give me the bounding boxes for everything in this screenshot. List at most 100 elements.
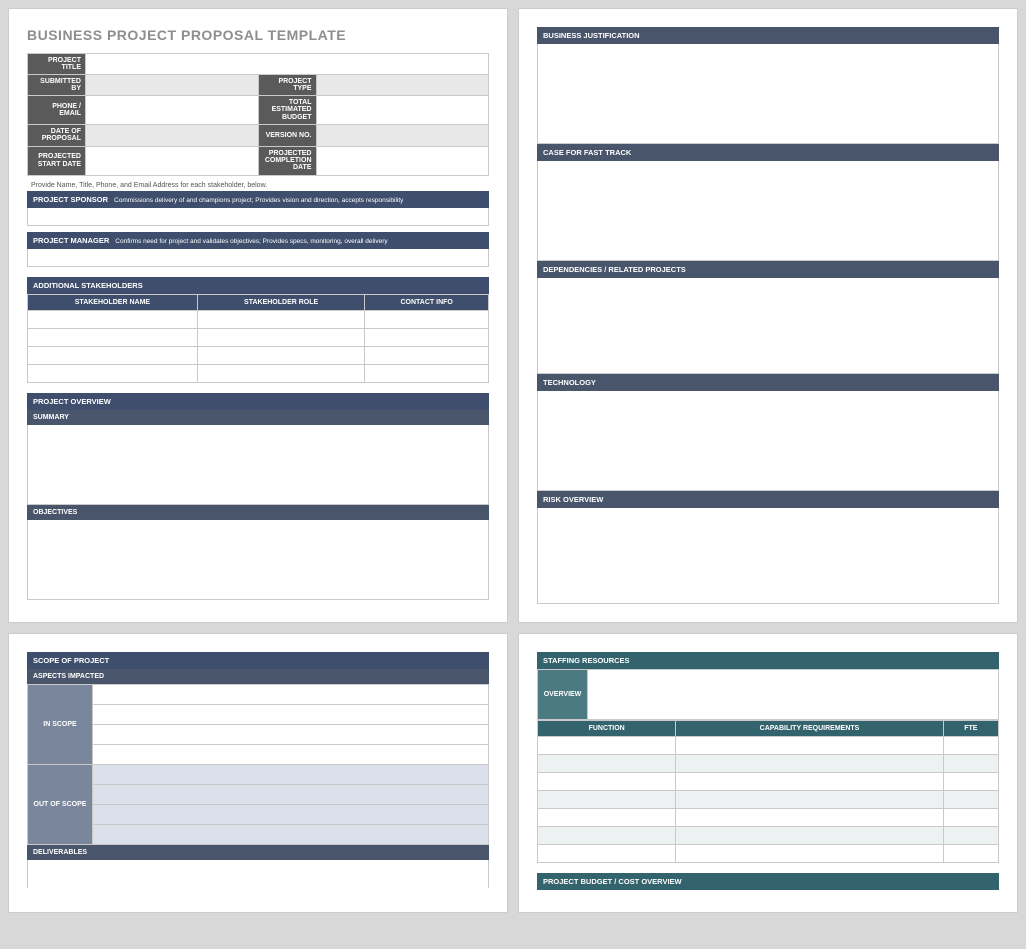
field-technology[interactable] <box>537 391 999 491</box>
fast-track-header: CASE FOR FAST TRACK <box>537 144 999 161</box>
table-cell[interactable] <box>538 827 676 845</box>
project-budget-header: PROJECT BUDGET / COST OVERVIEW <box>537 873 999 890</box>
table-cell[interactable] <box>676 773 943 791</box>
table-cell[interactable] <box>197 364 365 382</box>
template-page-1-left: BUSINESS PROJECT PROPOSAL TEMPLATE PROJE… <box>8 8 508 623</box>
table-cell[interactable] <box>538 845 676 863</box>
table-cell[interactable] <box>676 755 943 773</box>
out-of-scope-label: OUT OF SCOPE <box>28 765 93 845</box>
field-phone-email[interactable] <box>86 96 259 125</box>
field-deliverables[interactable] <box>27 860 489 888</box>
table-cell[interactable] <box>538 809 676 827</box>
stakeholder-table: STAKEHOLDER NAME STAKEHOLDER ROLE CONTAC… <box>27 294 489 383</box>
field-fast-track[interactable] <box>537 161 999 261</box>
field-objectives[interactable] <box>27 520 489 600</box>
col-function: FUNCTION <box>538 721 676 737</box>
field-version-no[interactable] <box>316 125 489 147</box>
field-date-of-proposal[interactable] <box>86 125 259 147</box>
label-project-type: PROJECT TYPE <box>258 75 316 96</box>
table-cell[interactable] <box>943 827 998 845</box>
table-cell[interactable] <box>365 328 489 346</box>
table-cell[interactable] <box>676 809 943 827</box>
template-page-1-right: BUSINESS JUSTIFICATION CASE FOR FAST TRA… <box>518 8 1018 623</box>
staffing-table: FUNCTION CAPABILITY REQUIREMENTS FTE <box>537 720 999 863</box>
table-cell[interactable] <box>28 364 198 382</box>
dependencies-header: DEPENDENCIES / RELATED PROJECTS <box>537 261 999 278</box>
table-cell[interactable] <box>943 755 998 773</box>
table-cell[interactable] <box>28 346 198 364</box>
col-stakeholder-role: STAKEHOLDER ROLE <box>197 294 365 310</box>
risk-overview-header: RISK OVERVIEW <box>537 491 999 508</box>
label-date-of-proposal: DATE OFPROPOSAL <box>28 125 86 147</box>
table-cell[interactable] <box>676 791 943 809</box>
stakeholder-note: Provide Name, Title, Phone, and Email Ad… <box>31 182 489 189</box>
field-business-justification[interactable] <box>537 44 999 144</box>
scope-table: IN SCOPE OUT OF SCOPE <box>27 684 489 845</box>
table-cell[interactable] <box>538 773 676 791</box>
table-cell[interactable] <box>197 328 365 346</box>
business-justification-header: BUSINESS JUSTIFICATION <box>537 27 999 44</box>
field-project-manager[interactable] <box>27 249 489 267</box>
objectives-header: OBJECTIVES <box>27 505 489 520</box>
staffing-header: STAFFING RESOURCES <box>537 652 999 669</box>
technology-header: TECHNOLOGY <box>537 374 999 391</box>
field-total-budget[interactable] <box>316 96 489 125</box>
field-project-sponsor[interactable] <box>27 208 489 226</box>
table-cell[interactable] <box>676 845 943 863</box>
table-cell[interactable] <box>538 791 676 809</box>
field-out-of-scope-row[interactable] <box>93 805 489 825</box>
field-project-title[interactable] <box>86 54 489 75</box>
table-cell[interactable] <box>28 310 198 328</box>
field-out-of-scope-row[interactable] <box>93 825 489 845</box>
template-page-2-left: SCOPE OF PROJECT ASPECTS IMPACTED IN SCO… <box>8 633 508 913</box>
field-in-scope-row[interactable] <box>93 705 489 725</box>
table-cell[interactable] <box>943 737 998 755</box>
project-overview-header: PROJECT OVERVIEW <box>27 393 489 410</box>
scope-header: SCOPE OF PROJECT <box>27 652 489 669</box>
label-project-title: PROJECT TITLE <box>28 54 86 75</box>
document-title: BUSINESS PROJECT PROPOSAL TEMPLATE <box>27 27 489 43</box>
field-projected-start[interactable] <box>86 146 259 175</box>
project-id-table: PROJECT TITLE SUBMITTED BY PROJECT TYPE … <box>27 53 489 176</box>
label-version-no: VERSION NO. <box>258 125 316 147</box>
table-cell[interactable] <box>365 346 489 364</box>
col-contact-info: CONTACT INFO <box>365 294 489 310</box>
table-cell[interactable] <box>197 310 365 328</box>
project-manager-bar: PROJECT MANAGERConfirms need for project… <box>27 232 489 249</box>
field-summary[interactable] <box>27 425 489 505</box>
deliverables-header: DELIVERABLES <box>27 845 489 860</box>
field-projected-completion[interactable] <box>316 146 489 175</box>
label-submitted-by: SUBMITTED BY <box>28 75 86 96</box>
aspects-impacted-header: ASPECTS IMPACTED <box>27 669 489 684</box>
field-out-of-scope-row[interactable] <box>93 765 489 785</box>
staffing-overview-table: OVERVIEW <box>537 669 999 720</box>
additional-stakeholders-header: ADDITIONAL STAKEHOLDERS <box>27 277 489 294</box>
table-cell[interactable] <box>943 773 998 791</box>
field-staffing-overview[interactable] <box>588 670 999 720</box>
table-cell[interactable] <box>943 809 998 827</box>
table-cell[interactable] <box>538 755 676 773</box>
col-fte: FTE <box>943 721 998 737</box>
label-total-budget: TOTALESTIMATED BUDGET <box>258 96 316 125</box>
label-phone-email: PHONE / EMAIL <box>28 96 86 125</box>
col-capability: CAPABILITY REQUIREMENTS <box>676 721 943 737</box>
field-in-scope-row[interactable] <box>93 685 489 705</box>
field-project-type[interactable] <box>316 75 489 96</box>
table-cell[interactable] <box>676 737 943 755</box>
template-page-2-right: STAFFING RESOURCES OVERVIEW FUNCTION CAP… <box>518 633 1018 913</box>
table-cell[interactable] <box>365 310 489 328</box>
field-out-of-scope-row[interactable] <box>93 785 489 805</box>
field-in-scope-row[interactable] <box>93 745 489 765</box>
field-in-scope-row[interactable] <box>93 725 489 745</box>
field-submitted-by[interactable] <box>86 75 259 96</box>
table-cell[interactable] <box>538 737 676 755</box>
table-cell[interactable] <box>365 364 489 382</box>
table-cell[interactable] <box>197 346 365 364</box>
table-cell[interactable] <box>943 845 998 863</box>
table-cell[interactable] <box>676 827 943 845</box>
field-dependencies[interactable] <box>537 278 999 374</box>
staffing-overview-label: OVERVIEW <box>538 670 588 720</box>
table-cell[interactable] <box>943 791 998 809</box>
field-risk-overview[interactable] <box>537 508 999 604</box>
table-cell[interactable] <box>28 328 198 346</box>
